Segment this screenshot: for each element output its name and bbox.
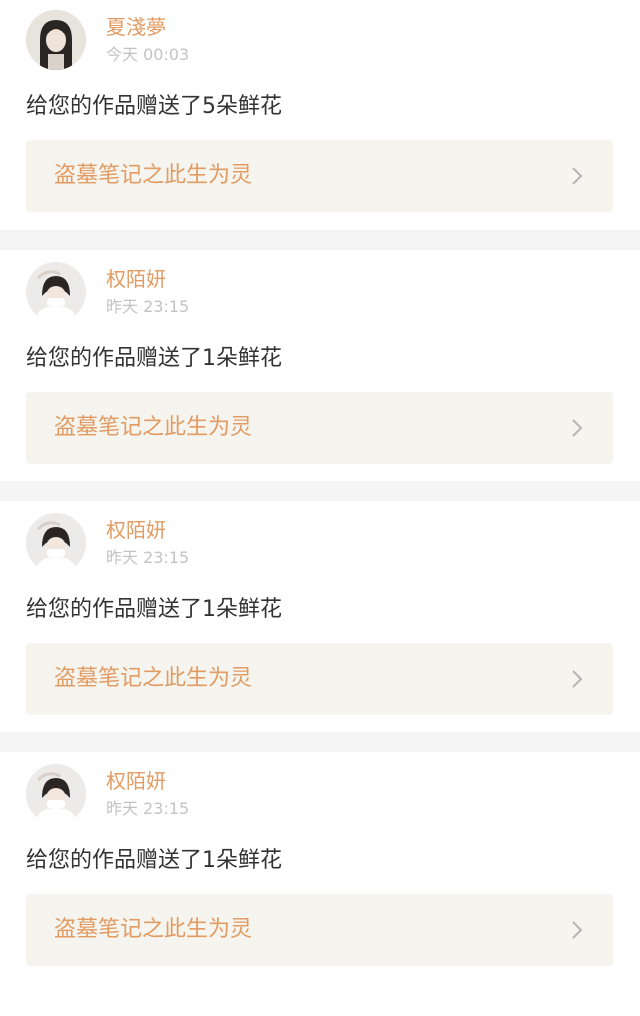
notification-feed: 夏淺夢 今天 00:03 给您的作品赠送了5朵鲜花 盗墓笔记之此生为灵 权陌妍 … <box>0 0 640 1016</box>
avatar-long-hair-icon <box>26 10 86 70</box>
work-title: 盗墓笔记之此生为灵 <box>54 163 253 188</box>
notification-message: 给您的作品赠送了5朵鲜花 <box>26 94 282 119</box>
avatar-masked-girl-icon <box>26 262 86 322</box>
notification-card: 夏淺夢 今天 00:03 给您的作品赠送了5朵鲜花 盗墓笔记之此生为灵 <box>0 0 640 250</box>
chevron-right-icon <box>567 166 587 186</box>
notification-message: 给您的作品赠送了1朵鲜花 <box>26 346 282 371</box>
chevron-right-icon <box>567 669 587 689</box>
work-link-button[interactable]: 盗墓笔记之此生为灵 <box>26 643 613 715</box>
user-name[interactable]: 权陌妍 <box>106 517 166 543</box>
work-link-button[interactable]: 盗墓笔记之此生为灵 <box>26 140 613 212</box>
work-link-button[interactable]: 盗墓笔记之此生为灵 <box>26 894 613 966</box>
notification-card: 权陌妍 昨天 23:15 给您的作品赠送了1朵鲜花 盗墓笔记之此生为灵 <box>0 250 640 501</box>
work-title: 盗墓笔记之此生为灵 <box>54 666 253 691</box>
user-name[interactable]: 权陌妍 <box>106 266 166 292</box>
avatar-masked-girl-icon <box>26 513 86 573</box>
notification-card: 权陌妍 昨天 23:15 给您的作品赠送了1朵鲜花 盗墓笔记之此生为灵 <box>0 501 640 752</box>
user-avatar[interactable] <box>26 513 86 573</box>
user-avatar[interactable] <box>26 10 86 70</box>
notification-message: 给您的作品赠送了1朵鲜花 <box>26 848 282 873</box>
notification-message: 给您的作品赠送了1朵鲜花 <box>26 597 282 622</box>
timestamp: 昨天 23:15 <box>106 799 190 818</box>
avatar-masked-girl-icon <box>26 764 86 824</box>
user-name[interactable]: 夏淺夢 <box>106 14 166 40</box>
work-title: 盗墓笔记之此生为灵 <box>54 917 253 942</box>
chevron-right-icon <box>567 418 587 438</box>
work-title: 盗墓笔记之此生为灵 <box>54 415 253 440</box>
timestamp: 今天 00:03 <box>106 45 190 64</box>
timestamp: 昨天 23:15 <box>106 548 190 567</box>
work-link-button[interactable]: 盗墓笔记之此生为灵 <box>26 392 613 464</box>
user-avatar[interactable] <box>26 764 86 824</box>
chevron-right-icon <box>567 920 587 940</box>
timestamp: 昨天 23:15 <box>106 297 190 316</box>
notification-card: 权陌妍 昨天 23:15 给您的作品赠送了1朵鲜花 盗墓笔记之此生为灵 <box>0 752 640 983</box>
user-name[interactable]: 权陌妍 <box>106 768 166 794</box>
user-avatar[interactable] <box>26 262 86 322</box>
